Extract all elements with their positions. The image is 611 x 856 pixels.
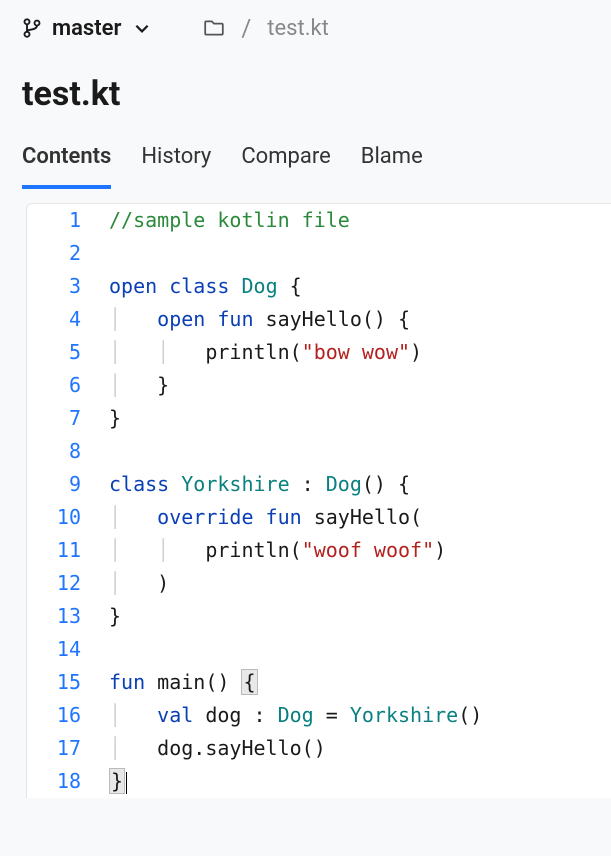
line-content[interactable]: //sample kotlin file <box>103 204 350 237</box>
folder-icon[interactable] <box>203 17 225 39</box>
line-content[interactable]: │ open fun sayHello() { <box>103 303 410 336</box>
code-line[interactable]: 10│ override fun sayHello( <box>27 501 611 534</box>
line-number[interactable]: 2 <box>27 237 103 270</box>
code-line[interactable]: 6│ } <box>27 369 611 402</box>
code-line[interactable]: 15fun main() { <box>27 666 611 699</box>
line-number[interactable]: 5 <box>27 336 103 369</box>
code-line[interactable]: 12│ ) <box>27 567 611 600</box>
line-content[interactable]: │ } <box>103 369 169 402</box>
line-number[interactable]: 16 <box>27 699 103 732</box>
header-bar: master / test.kt <box>0 0 611 56</box>
line-content[interactable]: │ │ println("bow wow") <box>103 336 422 369</box>
line-content[interactable]: } <box>103 402 121 435</box>
breadcrumb-file[interactable]: test.kt <box>267 16 329 41</box>
code-line[interactable]: 11│ │ println("woof woof") <box>27 534 611 567</box>
code-line[interactable]: 8 <box>27 435 611 468</box>
line-number[interactable]: 3 <box>27 270 103 303</box>
line-content[interactable]: │ dog.sayHello() <box>103 732 326 765</box>
line-content[interactable]: class Yorkshire : Dog() { <box>103 468 410 501</box>
code-line[interactable]: 7} <box>27 402 611 435</box>
line-number[interactable]: 4 <box>27 303 103 336</box>
line-number[interactable]: 15 <box>27 666 103 699</box>
line-number[interactable]: 8 <box>27 435 103 468</box>
line-number[interactable]: 11 <box>27 534 103 567</box>
line-number[interactable]: 18 <box>27 765 103 798</box>
line-content[interactable]: } <box>103 765 127 798</box>
tab-compare[interactable]: Compare <box>241 144 330 189</box>
git-branch-icon <box>22 18 42 38</box>
code-line[interactable]: 5│ │ println("bow wow") <box>27 336 611 369</box>
line-number[interactable]: 10 <box>27 501 103 534</box>
line-number[interactable]: 12 <box>27 567 103 600</box>
code-line[interactable]: 18} <box>27 765 611 798</box>
code-panel[interactable]: 1//sample kotlin file23open class Dog {4… <box>26 203 611 798</box>
line-content[interactable]: │ val dog : Dog = Yorkshire() <box>103 699 482 732</box>
line-number[interactable]: 1 <box>27 204 103 237</box>
code-line[interactable]: 1//sample kotlin file <box>27 204 611 237</box>
line-number[interactable]: 6 <box>27 369 103 402</box>
line-content[interactable]: } <box>103 600 121 633</box>
line-content[interactable]: │ │ println("woof woof") <box>103 534 446 567</box>
line-content[interactable]: fun main() { <box>103 666 258 699</box>
line-number[interactable]: 17 <box>27 732 103 765</box>
code-line[interactable]: 3open class Dog { <box>27 270 611 303</box>
line-content[interactable]: │ override fun sayHello( <box>103 501 422 534</box>
line-number[interactable]: 9 <box>27 468 103 501</box>
tab-blame[interactable]: Blame <box>361 144 423 189</box>
code-line[interactable]: 13} <box>27 600 611 633</box>
branch-name: master <box>52 16 121 41</box>
line-content[interactable] <box>103 633 109 666</box>
line-content[interactable] <box>103 237 109 270</box>
code-line[interactable]: 17│ dog.sayHello() <box>27 732 611 765</box>
tab-contents[interactable]: Contents <box>22 144 111 189</box>
line-content[interactable]: │ ) <box>103 567 169 600</box>
line-number[interactable]: 7 <box>27 402 103 435</box>
line-content[interactable]: open class Dog { <box>103 270 302 303</box>
code-line[interactable]: 9class Yorkshire : Dog() { <box>27 468 611 501</box>
code-line[interactable]: 2 <box>27 237 611 270</box>
branch-selector[interactable]: master <box>22 16 151 41</box>
page-title: test.kt <box>0 56 611 124</box>
breadcrumb-separator: / <box>241 14 251 42</box>
line-number[interactable]: 13 <box>27 600 103 633</box>
line-content[interactable] <box>103 435 109 468</box>
code-line[interactable]: 16│ val dog : Dog = Yorkshire() <box>27 699 611 732</box>
code-line[interactable]: 14 <box>27 633 611 666</box>
tabs: Contents History Compare Blame <box>0 124 611 189</box>
chevron-down-icon <box>133 19 151 37</box>
breadcrumb: / test.kt <box>203 14 328 42</box>
tab-history[interactable]: History <box>141 144 211 189</box>
code-line[interactable]: 4│ open fun sayHello() { <box>27 303 611 336</box>
line-number[interactable]: 14 <box>27 633 103 666</box>
code-lines[interactable]: 1//sample kotlin file23open class Dog {4… <box>27 204 611 798</box>
